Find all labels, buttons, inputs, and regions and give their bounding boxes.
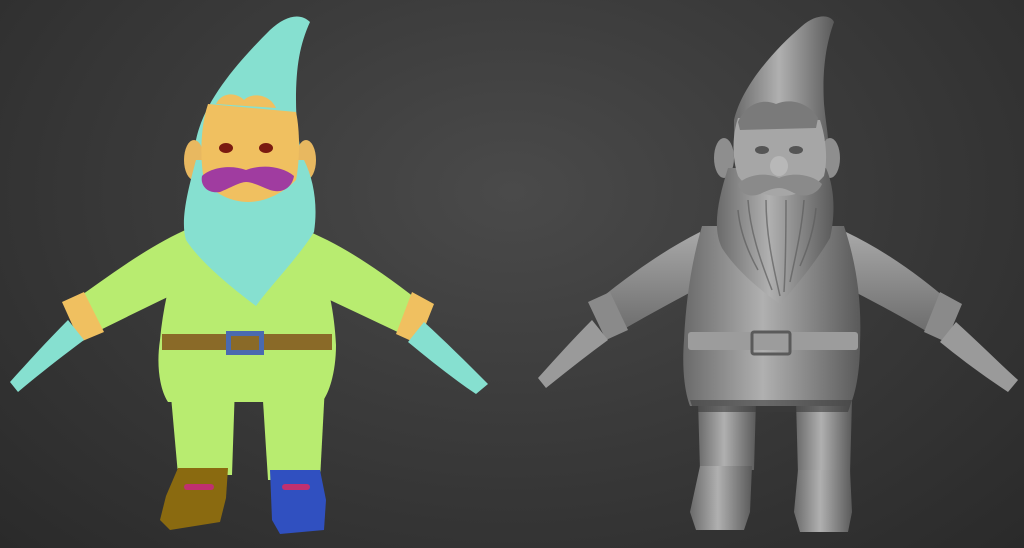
left-eye [219,143,233,153]
sculpt-right-eye [789,146,803,154]
sculpt-left-boot [690,466,752,530]
right-hand [408,322,488,394]
right-boot-mark [282,484,310,490]
scene [10,16,1018,534]
sculpt-right-hand [940,322,1018,392]
sculpt-left-hand [538,320,608,388]
sculpt-coat-hem [690,400,852,412]
sculpted-gnome [538,16,1018,532]
sculpt-nose [770,156,788,176]
sculpt-right-boot [794,470,852,532]
left-boot [160,468,228,530]
right-boot [270,470,326,534]
segmented-gnome [10,16,488,534]
buckle-inner [231,336,259,350]
right-eye [259,143,273,153]
left-boot-mark [184,484,214,490]
viewport [0,0,1024,548]
sculpt-belt [688,332,858,350]
left-hand [10,320,84,392]
sculpt-left-eye [755,146,769,154]
